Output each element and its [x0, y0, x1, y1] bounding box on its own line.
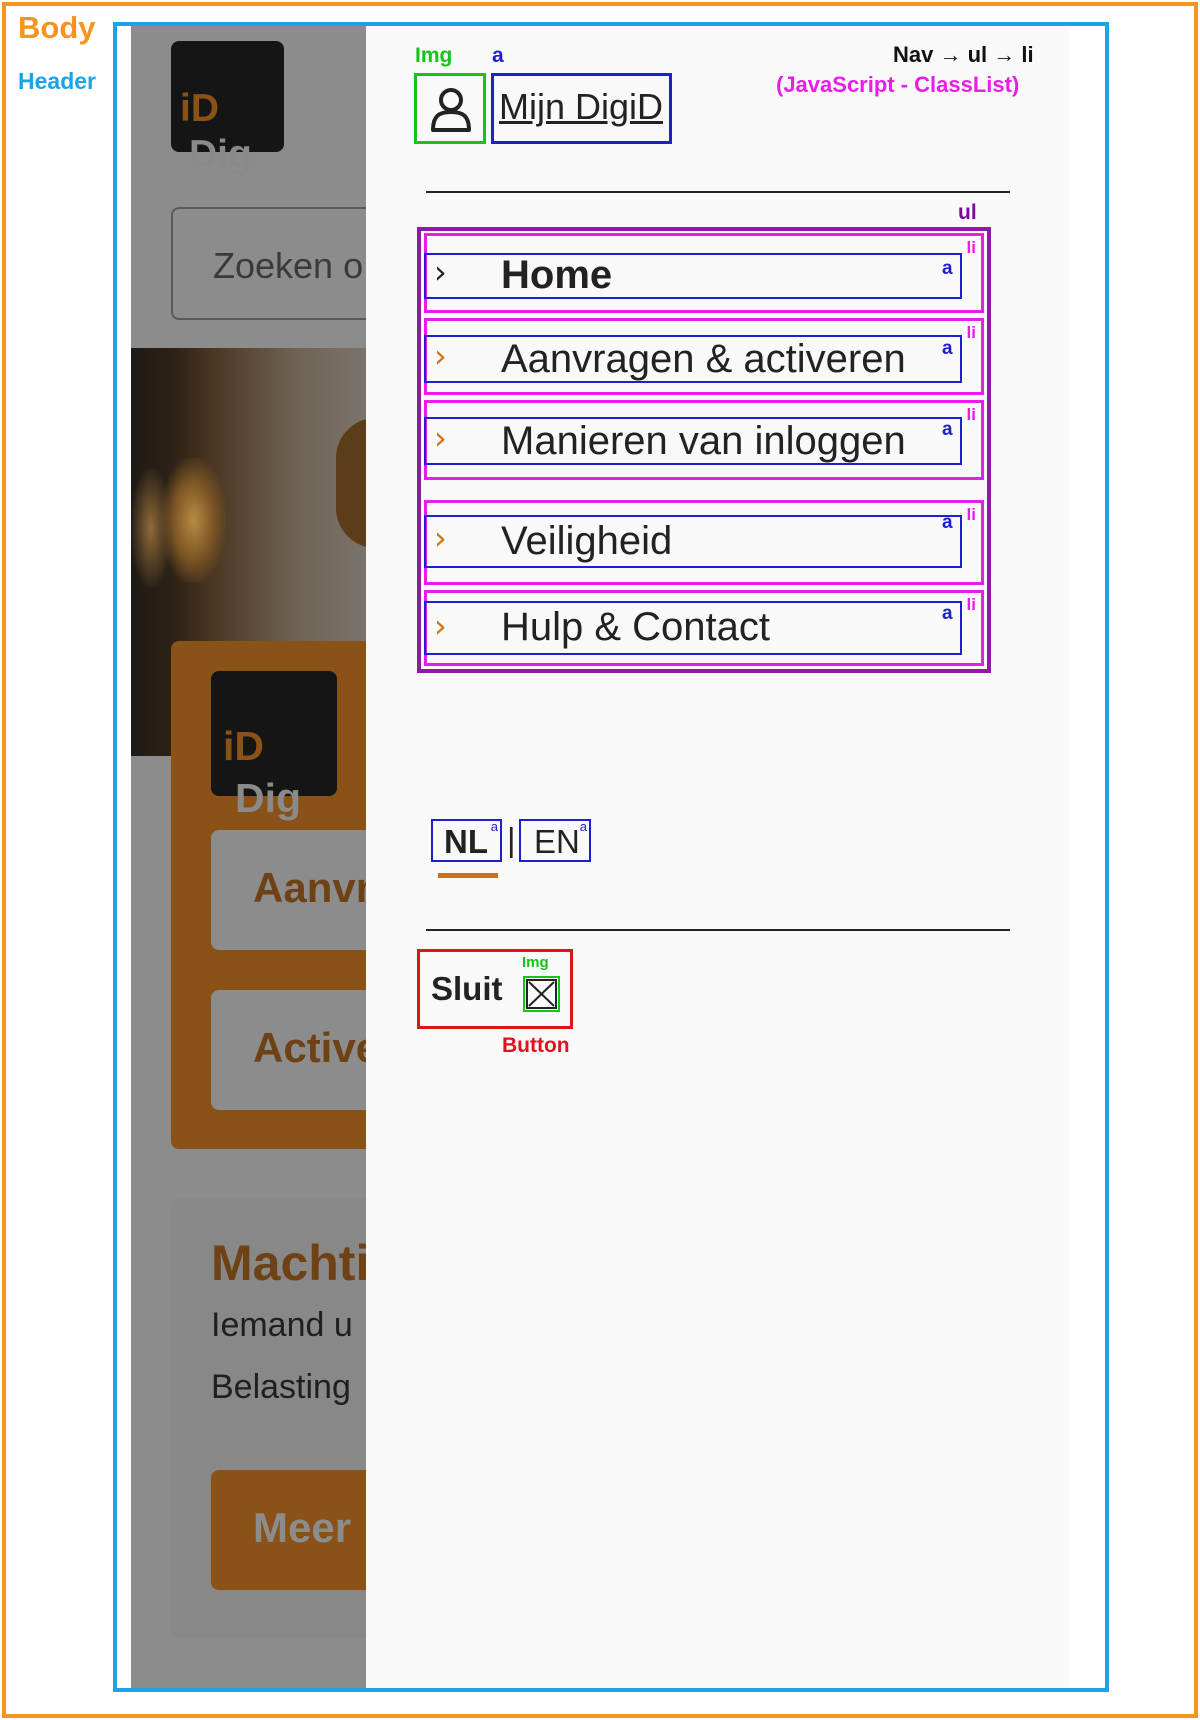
- img-label: Img: [415, 44, 453, 67]
- ul-label: ul: [958, 201, 977, 224]
- link-tag: a: [942, 338, 953, 359]
- close-button-label: Sluit: [431, 970, 503, 1007]
- menu-link-request[interactable]: › Aanvragen & activeren: [424, 335, 962, 383]
- nav-path-label: Nav → ul → li: [893, 42, 1034, 67]
- chevron-right-icon: ›: [434, 253, 447, 291]
- menu-link-label: Aanvragen & activeren: [501, 337, 906, 381]
- header-label: Header: [18, 68, 96, 94]
- link-tag: a: [942, 419, 953, 440]
- divider-top: [426, 191, 1010, 193]
- chevron-right-icon: ›: [434, 607, 447, 645]
- language-separator: |: [507, 821, 516, 858]
- language-en-link[interactable]: EN a: [519, 819, 591, 862]
- chevron-right-icon: ›: [434, 419, 447, 457]
- menu-link-label: Veiligheid: [501, 519, 673, 563]
- menu-link-security[interactable]: › Veiligheid: [424, 515, 962, 568]
- link-tag: a: [942, 603, 953, 624]
- active-language-indicator: [438, 873, 498, 878]
- link-tag: a: [942, 258, 953, 279]
- menu-link-label: Home: [501, 253, 613, 297]
- img-label: Img: [522, 954, 549, 971]
- menu-link-help[interactable]: › Hulp & Contact: [424, 601, 962, 655]
- divider-bottom: [426, 929, 1010, 931]
- menu-link-home[interactable]: › Home: [424, 253, 962, 299]
- my-digid-link[interactable]: Mijn DigiD: [491, 73, 672, 144]
- menu-link-label: Hulp & Contact: [501, 605, 771, 649]
- link-tag: a: [942, 512, 953, 533]
- close-icon: [523, 976, 560, 1012]
- language-nl-link[interactable]: NL a: [431, 819, 502, 878]
- chevron-right-icon: ›: [434, 519, 447, 557]
- link-label: a: [492, 44, 504, 67]
- close-button[interactable]: Sluit: [417, 949, 573, 1029]
- nav-note-label: (JavaScript - ClassList): [776, 72, 1020, 97]
- button-label: Button: [502, 1034, 570, 1057]
- user-icon[interactable]: [414, 73, 486, 144]
- menu-link-login-methods[interactable]: › Manieren van inloggen: [424, 417, 962, 465]
- menu-link-label: Manieren van inloggen: [501, 419, 906, 463]
- chevron-right-icon: ›: [434, 337, 447, 375]
- body-label: Body: [18, 10, 96, 45]
